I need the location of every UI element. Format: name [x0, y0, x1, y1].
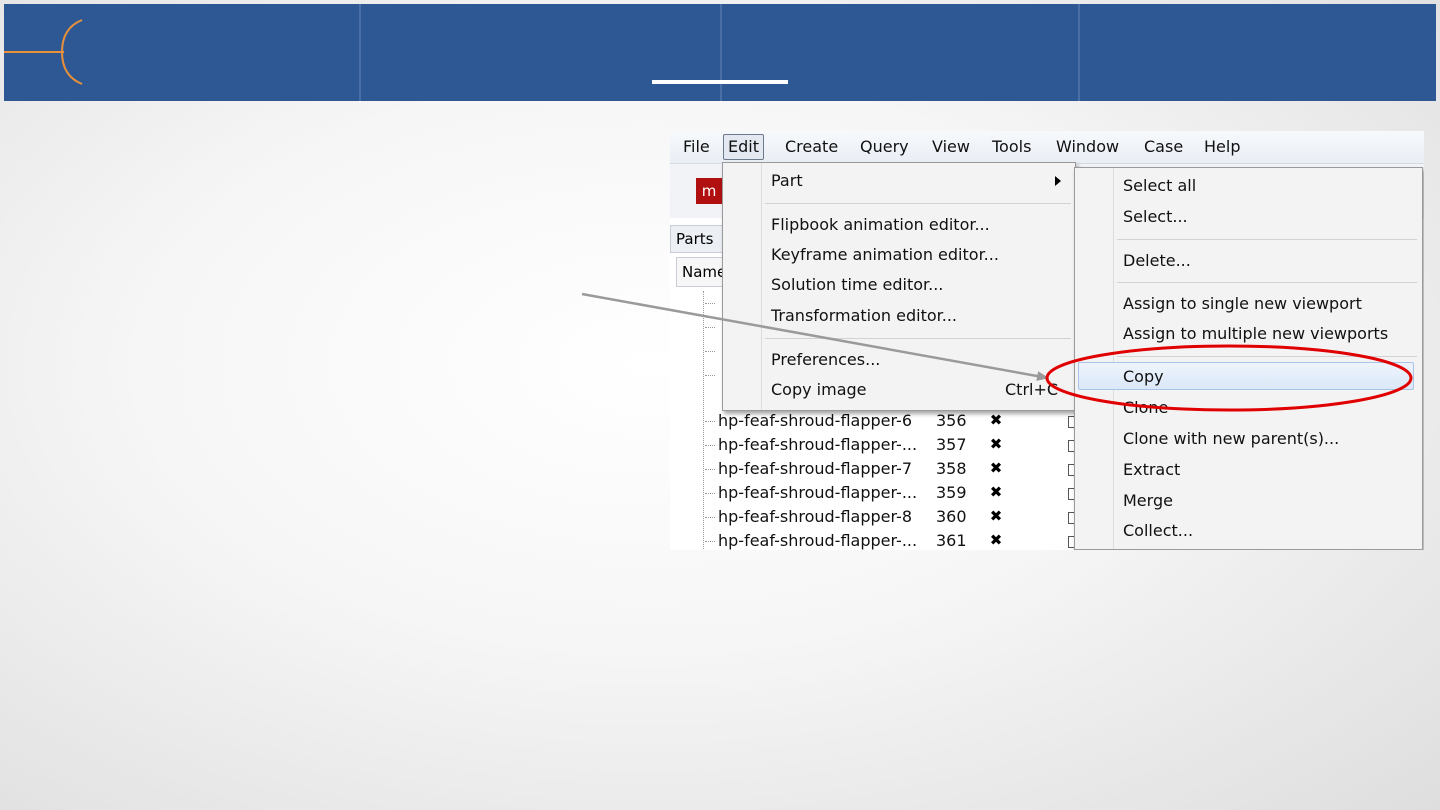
annotation-arrow — [581, 292, 1049, 381]
annotation-layer — [581, 292, 1413, 412]
annotation-highlight-ellipse — [1045, 344, 1413, 412]
